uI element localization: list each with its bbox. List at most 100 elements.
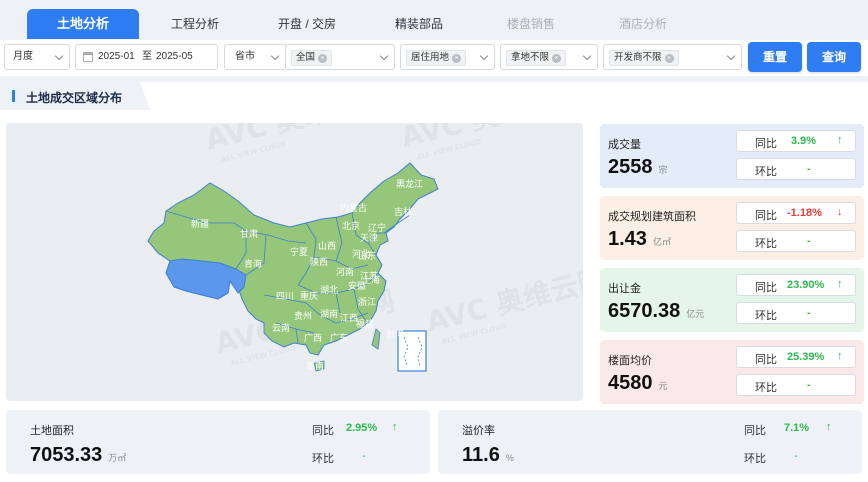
mom-pill: 环比 - <box>736 230 856 252</box>
tab-land-analysis[interactable]: 土地分析 <box>27 9 139 39</box>
province-label: 湖南 <box>320 308 338 320</box>
kpi-card-transfer-fee: 出让金 6570.38 亿元 同比 23.90% ↑ 环比 - <box>600 268 864 332</box>
acquirer-tag-label: 拿地不限 <box>511 52 550 63</box>
mom-value: - <box>807 163 811 175</box>
province-label: 山东 <box>358 250 376 262</box>
kpi-value: 11.6% <box>462 444 514 466</box>
period-select[interactable]: 月度 <box>4 44 70 70</box>
watermark-text: AVC 奥维云网 <box>397 123 583 154</box>
region-level-select[interactable]: 省市 <box>224 44 286 70</box>
calendar-icon <box>83 52 93 62</box>
query-button[interactable]: 查询 <box>807 42 861 72</box>
kpi-unit: 元 <box>658 381 668 391</box>
taiwan-region[interactable] <box>371 328 381 350</box>
yoy-value: 7.1% <box>784 422 810 434</box>
tab-property-sales: 楼盘销售 <box>506 17 555 31</box>
arrow-up-icon: ↑ <box>392 421 398 433</box>
tab-opening-delivery[interactable]: 开盘 / 交房 <box>252 9 362 39</box>
kpi-value: 7053.33 万㎡ <box>30 444 127 466</box>
reset-button[interactable]: 重置 <box>748 42 802 72</box>
arrow-up-icon: ↑ <box>837 134 843 146</box>
section-title: 土地成交区域分布 <box>26 91 123 105</box>
date-end: 2025-05 <box>156 51 193 62</box>
province-label: 青海 <box>244 258 262 270</box>
map-svg: AVC 奥维云网 ALL VIEW CLOUD AVC 奥维云网 ALL VIE… <box>147 78 609 372</box>
yoy-pill: 同比 -1.18% ↓ <box>736 202 856 224</box>
region-tag-label: 全国 <box>296 52 316 63</box>
tag-close-icon[interactable]: × <box>552 54 562 63</box>
province-label: 陕西 <box>310 256 328 268</box>
mom-value: - <box>794 450 798 462</box>
region-level-value: 省市 <box>235 51 255 62</box>
acquirer-tag[interactable]: 拿地不限 × <box>506 50 567 66</box>
province-label: 吉林 <box>394 206 412 218</box>
province-label: 广西 <box>304 332 322 344</box>
chevron-down-icon <box>379 51 389 61</box>
kpi-unit: 万㎡ <box>108 453 127 463</box>
kpi-value: 4580 元 <box>608 372 668 394</box>
province-label: 浙江 <box>358 296 376 308</box>
developer-tag-label: 开发商不限 <box>614 52 662 63</box>
filter-bar: 月度 2025-01 至 2025-05 省市 全国 × 居住用地 × 拿地不限 × … <box>0 40 868 76</box>
kpi-label: 溢价率 <box>462 425 495 437</box>
region-tag[interactable]: 全国 × <box>291 50 333 66</box>
yoy-label: 同比 <box>312 425 334 437</box>
kpi-card-premium-rate: 溢价率 11.6% 同比 7.1% ↑ 环比 - <box>438 410 862 474</box>
kpi-label: 出让金 <box>608 283 641 295</box>
tag-close-icon[interactable]: × <box>664 54 674 63</box>
kpi-card-deal-count: 成交量 2558 宗 同比 3.9% ↑ 环比 - <box>600 124 864 188</box>
tab-hotel-analysis: 酒店分析 <box>618 17 667 31</box>
yoy-pill: 同比 25.39% ↑ <box>736 346 856 368</box>
region-select[interactable]: 全国 × <box>285 44 395 70</box>
kpi-card-planned-area: 成交规划建筑面积 1.43 亿㎡ 同比 -1.18% ↓ 环比 - <box>600 196 864 260</box>
province-label: 福建 <box>356 318 374 330</box>
kpi-unit: % <box>505 453 514 463</box>
province-label: 山西 <box>318 241 336 252</box>
arrow-down-icon: ↓ <box>837 206 843 218</box>
yoy-pill: 同比 3.9% ↑ <box>736 130 856 152</box>
chevron-down-icon <box>479 51 489 61</box>
kpi-value: 2558 宗 <box>608 156 668 178</box>
land-use-tag-label: 居住用地 <box>411 52 450 63</box>
chevron-down-icon <box>270 51 280 61</box>
province-label: 广东 <box>330 332 348 344</box>
province-label: 新疆 <box>191 218 209 230</box>
developer-tag[interactable]: 开发商不限 × <box>609 50 679 66</box>
tag-close-icon[interactable]: × <box>318 54 328 63</box>
province-label: 海南 <box>306 360 324 372</box>
kpi-card-avg-floor-price: 楼面均价 4580 元 同比 25.39% ↑ 环比 - <box>600 340 864 404</box>
province-label: 辽宁 <box>368 222 386 234</box>
arrow-up-icon: ↑ <box>826 421 832 433</box>
kpi-label: 成交规划建筑面积 <box>608 211 696 223</box>
mom-pill: 环比 - <box>736 302 856 324</box>
mom-label: 环比 <box>312 453 334 465</box>
date-range-picker[interactable]: 2025-01 至 2025-05 <box>75 44 218 70</box>
section-header: 土地成交区域分布 <box>0 82 868 110</box>
kpi-unit: 亿㎡ <box>652 237 671 247</box>
province-label: 四川 <box>276 292 294 302</box>
tag-close-icon[interactable]: × <box>452 54 462 63</box>
province-label: 上海 <box>362 274 380 286</box>
mom-pill: 环比 - <box>736 158 856 180</box>
province-label: 黑龙江 <box>396 178 423 190</box>
china-land-map[interactable]: AVC 奥维云网 ALL VIEW CLOUD AVC 奥维云网 ALL VIE… <box>6 78 609 401</box>
province-label: 重庆 <box>300 290 318 302</box>
mom-value: - <box>807 379 811 391</box>
yoy-value: 3.9% <box>791 135 817 147</box>
section-accent-bar <box>12 90 15 102</box>
date-start: 2025-01 <box>98 51 135 62</box>
province-label: 甘肃 <box>240 228 258 240</box>
chevron-down-icon <box>726 51 736 61</box>
mom-value: - <box>362 450 366 462</box>
province-label: 云南 <box>272 322 290 334</box>
tab-engineering-analysis[interactable]: 工程分析 <box>140 9 250 39</box>
mainland-region[interactable] <box>147 162 439 356</box>
developer-select[interactable]: 开发商不限 × <box>603 44 742 70</box>
tab-fine-decoration[interactable]: 精装部品 <box>364 9 474 39</box>
acquirer-select[interactable]: 拿地不限 × <box>500 44 598 70</box>
province-label: 内蒙古 <box>340 202 367 214</box>
kpi-label: 土地面积 <box>30 425 74 437</box>
land-use-tag[interactable]: 居住用地 × <box>406 50 467 66</box>
land-use-select[interactable]: 居住用地 × <box>400 44 495 70</box>
period-value: 月度 <box>13 51 33 62</box>
